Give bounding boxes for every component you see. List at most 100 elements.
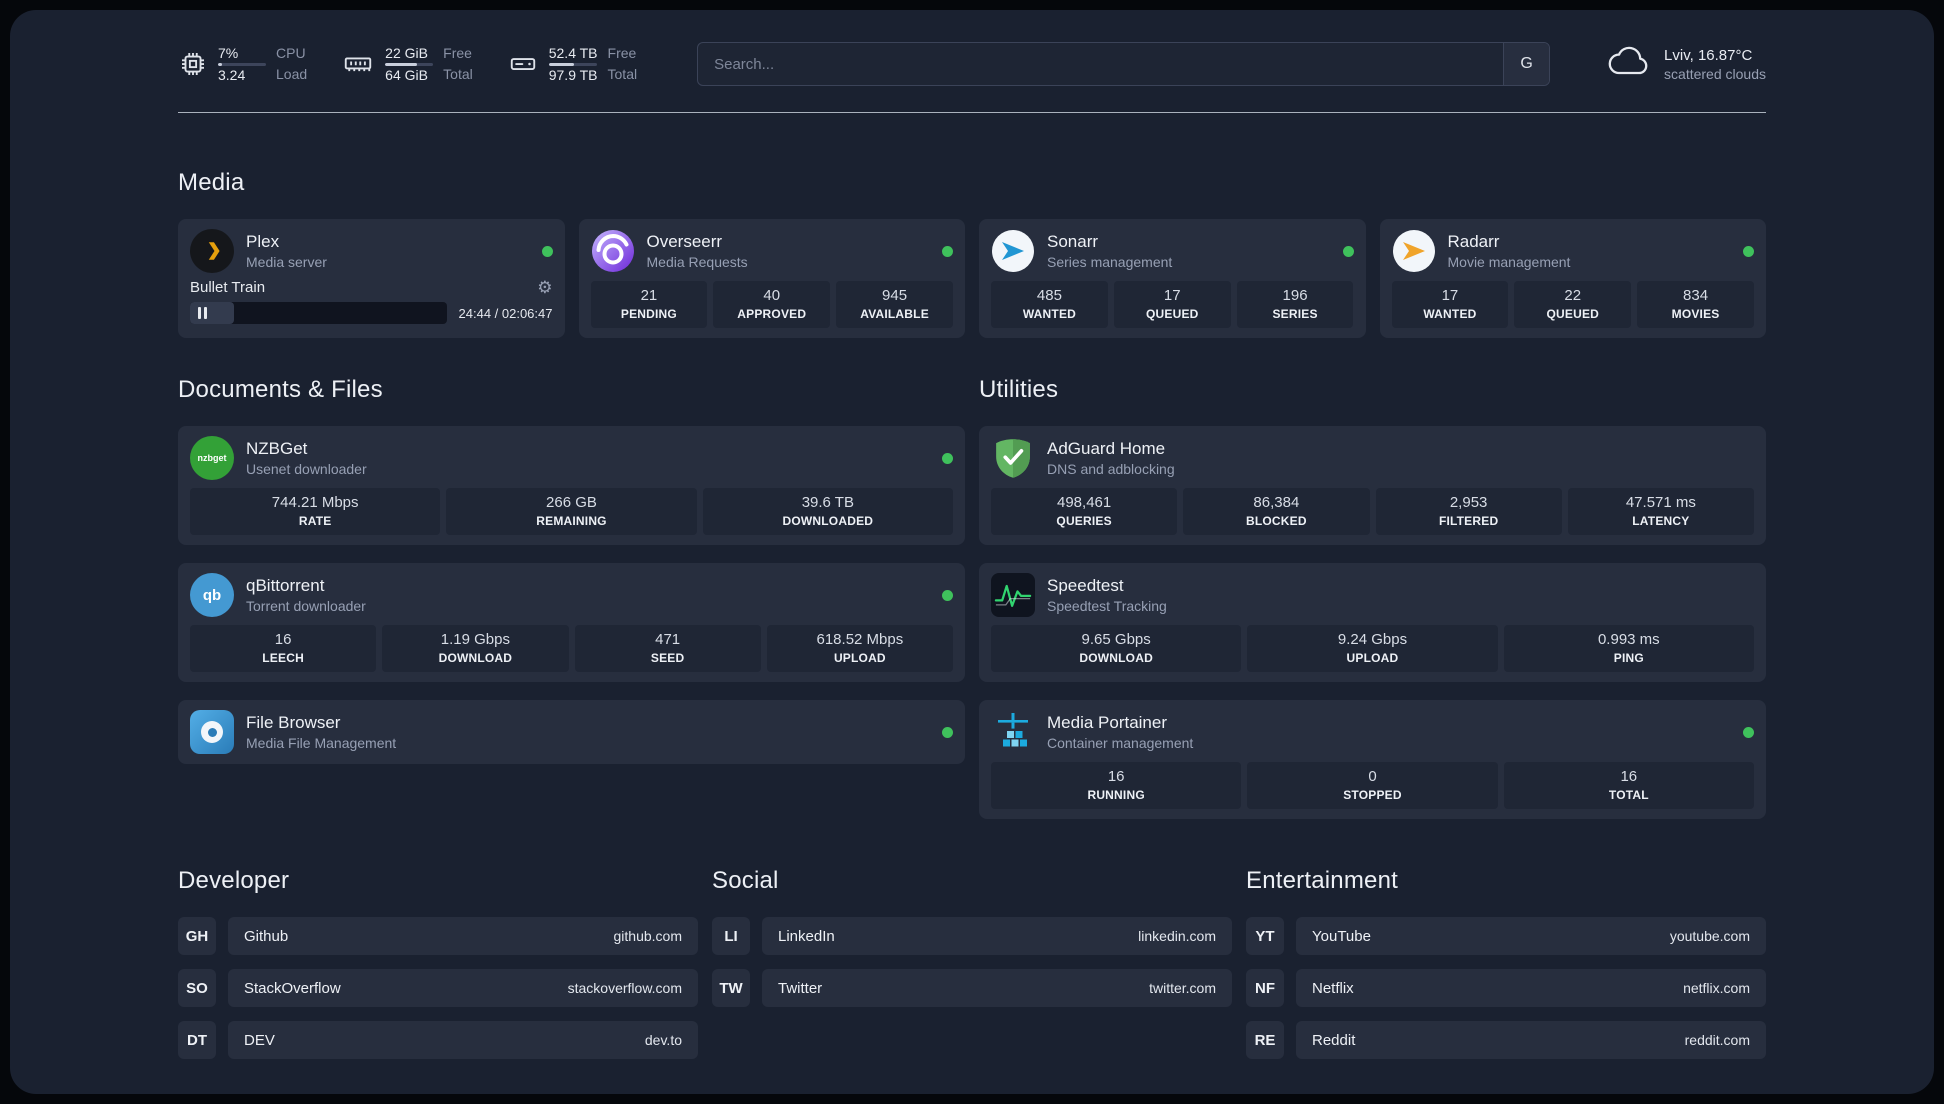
stat-movies: 834 MOVIES	[1637, 281, 1754, 328]
section-title-media: Media	[178, 169, 245, 196]
app-card-qbittorrent[interactable]: qb qBittorrent Torrent downloader 16 LEE…	[178, 563, 965, 682]
entertainment-column: Entertainment YT YouTube youtube.com NF …	[1246, 867, 1766, 1073]
bookmark-link-github[interactable]: Github github.com	[228, 917, 698, 955]
stat-approved: 40 APPROVED	[713, 281, 831, 328]
bookmark-link-linkedin[interactable]: LinkedIn linkedin.com	[762, 917, 1232, 955]
bookmark-link-dev[interactable]: DEV dev.to	[228, 1021, 698, 1059]
bookmark-link-stackoverflow[interactable]: StackOverflow stackoverflow.com	[228, 969, 698, 1007]
app-card-sonarr[interactable]: Sonarr Series management 485 WANTED 17 Q…	[979, 219, 1366, 338]
app-name: AdGuard Home	[1047, 438, 1166, 458]
section-title-utilities: Utilities	[979, 376, 1059, 403]
stat-ping: 0.993 ms PING	[1503, 625, 1754, 672]
memory-usage-bar	[385, 62, 434, 66]
app-subtitle: Usenet downloader	[246, 460, 367, 477]
bookmark-link-youtube[interactable]: YouTube youtube.com	[1296, 917, 1766, 955]
bookmark-badge: SO	[178, 969, 216, 1007]
memory-icon	[341, 49, 375, 79]
bookmark-github: GH Github github.com	[178, 917, 698, 955]
nzbget-icon: nzbget	[190, 436, 234, 480]
app-name: NZBGet	[246, 438, 308, 458]
bookmark-linkedin: LI LinkedIn linkedin.com	[712, 917, 1232, 955]
playback-progress-fill	[190, 302, 234, 324]
bookmark-badge: DT	[178, 1021, 216, 1059]
status-indicator	[1743, 726, 1754, 738]
header-divider	[178, 112, 1766, 113]
stat-running: 16 RUNNING	[991, 762, 1242, 809]
bookmark-reddit: RE Reddit reddit.com	[1246, 1021, 1766, 1059]
stat-download: 1.19 Gbps DOWNLOAD	[382, 625, 569, 672]
stat-queued: 17 QUEUED	[1113, 281, 1231, 328]
app-name: Sonarr	[1047, 231, 1099, 251]
memory-total-label: Total	[443, 66, 473, 82]
bookmark-link-twitter[interactable]: Twitter twitter.com	[762, 969, 1232, 1007]
stat-blocked: 86,384 BLOCKED	[1183, 488, 1370, 535]
stat-filtered: 2,953 FILTERED	[1375, 488, 1562, 535]
memory-free-value: 22 GiB	[385, 44, 428, 61]
status-indicator	[942, 452, 953, 464]
app-name: qBittorrent	[246, 575, 325, 595]
search-input[interactable]	[698, 43, 1504, 85]
app-card-portainer[interactable]: Media Portainer Container management 16 …	[979, 700, 1766, 819]
settings-gear-icon[interactable]	[537, 279, 552, 296]
stat-queries: 498,461 QUERIES	[991, 488, 1178, 535]
status-indicator	[1743, 245, 1754, 257]
now-playing-widget: Bullet Train 24:44 / 02:06:47	[190, 279, 553, 324]
weather-condition: scattered clouds	[1664, 65, 1766, 82]
stat-pending: 21 PENDING	[590, 281, 708, 328]
bookmark-twitter: TW Twitter twitter.com	[712, 969, 1232, 1007]
cpu-usage-bar	[218, 62, 266, 66]
storage-widget: 52.4 TB 97.9 TB Free Total	[507, 45, 637, 83]
bookmark-dev: DT DEV dev.to	[178, 1021, 698, 1059]
app-card-overseerr[interactable]: Overseerr Media Requests 21 PENDING 40 A…	[578, 219, 965, 338]
memory-free-label: Free	[443, 45, 472, 61]
media-apps-row: Plex Media server Bullet Train 24:44	[178, 219, 1766, 338]
bookmark-link-reddit[interactable]: Reddit reddit.com	[1296, 1021, 1766, 1059]
portainer-icon	[991, 710, 1035, 754]
cloud-icon	[1606, 45, 1652, 84]
app-name: File Browser	[246, 712, 341, 732]
stat-series: 196 SERIES	[1236, 281, 1354, 328]
cpu-label: CPU	[276, 45, 306, 61]
app-card-radarr[interactable]: Radarr Movie management 17 WANTED 22 QUE…	[1379, 219, 1766, 338]
stat-available: 945 AVAILABLE	[836, 281, 953, 328]
app-card-plex[interactable]: Plex Media server Bullet Train 24:44	[178, 219, 565, 338]
search-engine-button[interactable]: G	[1503, 43, 1550, 85]
app-name: Overseerr	[646, 231, 723, 251]
app-subtitle: Movie management	[1447, 253, 1571, 270]
section-title-social: Social	[712, 867, 779, 894]
bookmark-badge: TW	[712, 969, 750, 1007]
status-indicator	[942, 726, 953, 738]
app-card-adguard[interactable]: AdGuard Home DNS and adblocking 498,461 …	[979, 426, 1766, 545]
documents-files-column: Documents & Files nzbget NZBGet Usenet d…	[178, 338, 965, 764]
qbittorrent-icon: qb	[190, 573, 234, 617]
status-indicator	[942, 589, 953, 601]
stat-rate: 744.21 Mbps RATE	[190, 488, 441, 535]
playback-time: 24:44 / 02:06:47	[458, 305, 553, 321]
app-name: Plex	[246, 231, 280, 251]
storage-total-value: 97.9 TB	[548, 66, 598, 83]
stat-upload: 9.24 Gbps UPLOAD	[1247, 625, 1498, 672]
app-subtitle: Series management	[1047, 253, 1173, 270]
overseerr-icon	[591, 229, 635, 273]
weather-widget: Lviv, 16.87°C scattered clouds	[1606, 45, 1766, 84]
weather-location: Lviv, 16.87°C	[1664, 46, 1753, 64]
stat-download: 9.65 Gbps DOWNLOAD	[991, 625, 1242, 672]
bookmark-badge: NF	[1246, 969, 1284, 1007]
app-subtitle: Media server	[246, 253, 327, 270]
status-indicator	[541, 245, 553, 257]
stat-total: 16 TOTAL	[1503, 762, 1754, 809]
app-card-speedtest[interactable]: Speedtest Speedtest Tracking 9.65 Gbps D…	[979, 563, 1766, 682]
app-subtitle: Media Requests	[646, 253, 748, 270]
bookmark-link-netflix[interactable]: Netflix netflix.com	[1296, 969, 1766, 1007]
pause-icon[interactable]	[198, 307, 207, 319]
bookmark-badge: LI	[712, 917, 750, 955]
cpu-load-value: 3.24	[218, 66, 246, 83]
app-card-filebrowser[interactable]: File Browser Media File Management	[178, 700, 965, 764]
section-title-entertainment: Entertainment	[1246, 867, 1399, 894]
playback-progress-bar[interactable]	[190, 302, 447, 324]
app-name: Radarr	[1447, 231, 1500, 251]
bookmark-badge: YT	[1246, 917, 1284, 955]
app-card-nzbget[interactable]: nzbget NZBGet Usenet downloader 744.21 M…	[178, 426, 965, 545]
app-name: Media Portainer	[1047, 712, 1168, 732]
stat-downloaded: 39.6 TB DOWNLOADED	[702, 488, 953, 535]
